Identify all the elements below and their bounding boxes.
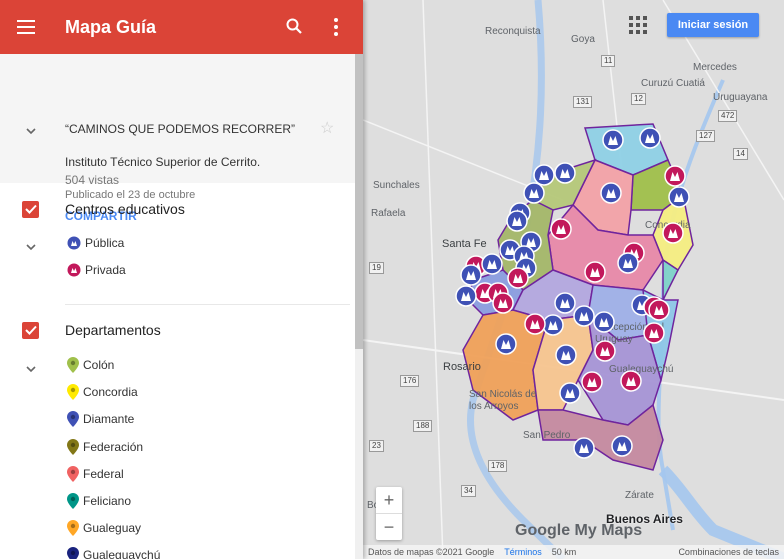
map-footer: Datos de mapas ©2021 Google Términos 50 …	[363, 545, 784, 559]
private-school-marker[interactable]	[524, 313, 546, 335]
legend-item-label: Pública	[85, 236, 125, 250]
menu-icon[interactable]	[17, 20, 35, 34]
public-school-marker[interactable]	[533, 164, 555, 186]
app-header: Mapa Guía	[0, 0, 363, 54]
legend-item-department[interactable]: Gualeguay	[67, 518, 141, 538]
public-school-marker[interactable]	[611, 435, 633, 457]
legend-item-label: Privada	[85, 263, 126, 277]
search-icon[interactable]	[286, 18, 302, 34]
divider	[65, 304, 350, 305]
legend-item-label: Gualeguay	[83, 521, 142, 536]
public-school-marker[interactable]	[554, 162, 576, 184]
chevron-down-icon[interactable]	[26, 364, 36, 374]
private-school-marker[interactable]	[492, 292, 514, 314]
school-pin-icon	[67, 263, 81, 277]
private-school-marker[interactable]	[550, 218, 572, 240]
public-school-marker[interactable]	[481, 253, 503, 275]
google-my-maps-logo: Google My Maps	[515, 522, 643, 539]
map-pin-icon	[67, 520, 79, 537]
map-attribution: Datos de mapas ©2021 Google	[368, 547, 495, 557]
public-school-marker[interactable]	[602, 129, 624, 151]
view-count: 504 vistas	[65, 173, 120, 187]
scrollbar-thumb[interactable]	[355, 54, 363, 349]
public-school-marker[interactable]	[617, 252, 639, 274]
layer-name: Departamentos	[65, 322, 161, 338]
public-school-marker[interactable]	[600, 182, 622, 204]
public-school-marker[interactable]	[573, 305, 595, 327]
layer-name: Centros educativos	[65, 201, 185, 217]
private-school-marker[interactable]	[643, 322, 665, 344]
legend-item-label: Colón	[83, 358, 115, 372]
map-pin-icon	[67, 547, 79, 559]
legend-item-label: Federación	[83, 439, 144, 454]
public-school-marker[interactable]	[668, 186, 690, 208]
legend-item-department[interactable]: Colón	[67, 355, 114, 375]
apps-grid-icon[interactable]	[629, 16, 647, 34]
sidebar: Mapa Guía “CAMINOS QUE PODEMOS RECORRER”…	[0, 0, 363, 559]
terms-link[interactable]: Términos	[504, 547, 542, 557]
chevron-down-icon[interactable]	[26, 126, 36, 136]
public-school-marker[interactable]	[460, 264, 482, 286]
zoom-out-button[interactable]: −	[376, 514, 402, 540]
map-pin-icon	[67, 384, 79, 401]
signin-button[interactable]: Iniciar sesión	[667, 13, 759, 37]
more-options-icon[interactable]	[334, 18, 338, 36]
map-pin-icon	[67, 438, 79, 455]
public-school-marker[interactable]	[495, 333, 517, 355]
layer-header-departamentos[interactable]: Departamentos	[0, 315, 350, 345]
legend-item-department[interactable]: Feliciano	[67, 491, 131, 511]
public-school-marker[interactable]	[455, 285, 477, 307]
private-school-marker[interactable]	[648, 299, 670, 321]
legend-item-department[interactable]: Federación	[67, 437, 143, 457]
private-school-marker[interactable]	[584, 261, 606, 283]
legend-item-department[interactable]: Diamante	[67, 409, 134, 429]
legend-item-privada[interactable]: Privada	[67, 260, 126, 280]
public-school-marker[interactable]	[593, 311, 615, 333]
keyboard-shortcuts-link[interactable]: Combinaciones de teclas	[678, 547, 779, 557]
public-school-marker[interactable]	[573, 437, 595, 459]
legend-item-label: Feliciano	[83, 494, 132, 508]
public-school-marker[interactable]	[523, 182, 545, 204]
scale-bar: 50 km	[551, 547, 577, 557]
app: Reconquista Goya Curuzú Cuatiá Mercedes …	[0, 0, 784, 559]
legend-item-publica[interactable]: Pública	[67, 233, 124, 253]
legend-item-department[interactable]: Concordia	[67, 382, 138, 402]
legend-item-label: Gualeguaychú	[83, 548, 161, 559]
legend-item-department[interactable]: Federal	[67, 464, 124, 484]
layer-checkbox[interactable]	[22, 200, 39, 218]
public-school-marker[interactable]	[542, 314, 564, 336]
star-icon[interactable]: ☆	[320, 118, 334, 138]
private-school-marker[interactable]	[620, 370, 642, 392]
map-markers[interactable]	[363, 0, 784, 559]
legend-item-label: Federal	[83, 466, 124, 481]
map-canvas[interactable]: Reconquista Goya Curuzú Cuatiá Mercedes …	[363, 0, 784, 559]
public-school-marker[interactable]	[559, 382, 581, 404]
private-school-marker[interactable]	[662, 222, 684, 244]
legend-item-label: Diamante	[83, 412, 135, 427]
app-title: Mapa Guía	[65, 16, 157, 37]
zoom-control: + −	[376, 487, 402, 540]
map-pin-icon	[67, 493, 79, 509]
public-school-marker[interactable]	[639, 127, 661, 149]
public-school-marker[interactable]	[554, 292, 576, 314]
public-school-marker[interactable]	[555, 344, 577, 366]
public-school-marker[interactable]	[506, 210, 528, 232]
map-pin-icon	[67, 357, 79, 373]
school-pin-icon	[67, 236, 81, 250]
private-school-marker[interactable]	[664, 165, 686, 187]
map-info-panel: “CAMINOS QUE PODEMOS RECORRER” ☆ Institu…	[0, 54, 363, 223]
map-pin-icon	[67, 465, 79, 482]
layer-checkbox[interactable]	[22, 321, 39, 339]
zoom-in-button[interactable]: +	[376, 487, 402, 514]
chevron-down-icon[interactable]	[26, 242, 36, 252]
private-school-marker[interactable]	[594, 340, 616, 362]
map-title: “CAMINOS QUE PODEMOS RECORRER”	[65, 122, 296, 136]
map-description: Instituto Técnico Superior de Cerrito.	[65, 155, 261, 169]
private-school-marker[interactable]	[507, 267, 529, 289]
legend-item-department[interactable]: Gualeguaychú	[67, 545, 160, 559]
layer-header-centros[interactable]: Centros educativos	[0, 194, 350, 224]
legend-item-label: Concordia	[83, 385, 138, 400]
map-pin-icon	[67, 411, 79, 428]
private-school-marker[interactable]	[581, 371, 603, 393]
